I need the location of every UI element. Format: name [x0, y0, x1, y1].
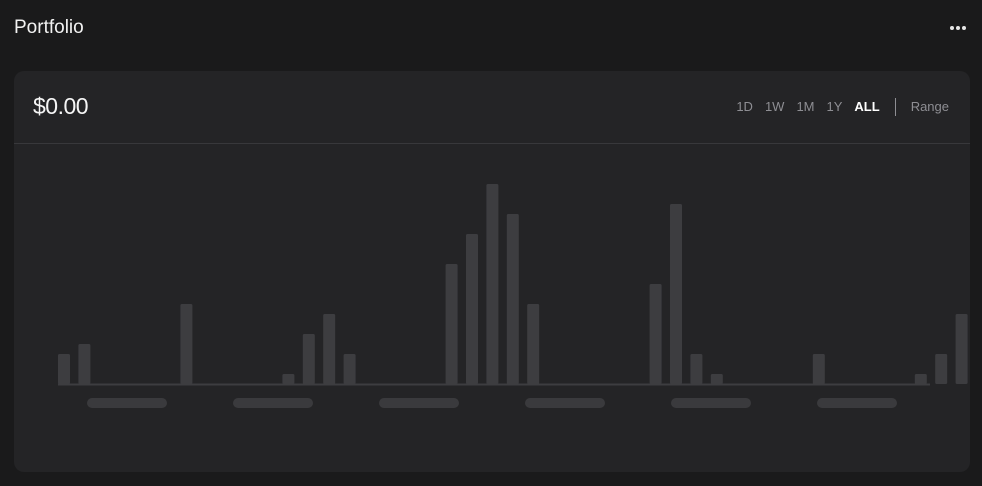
- range-tab-1d[interactable]: 1D: [736, 97, 753, 117]
- portfolio-card: $0.00 1D 1W 1M 1Y ALL Range: [14, 71, 970, 472]
- page-title: Portfolio: [14, 17, 84, 38]
- range-tab-1m[interactable]: 1M: [796, 97, 814, 117]
- x-axis-label-placeholder: [233, 398, 313, 408]
- chart-bar: [58, 354, 70, 384]
- custom-range-button[interactable]: Range: [911, 97, 949, 117]
- chart-bar: [445, 264, 458, 384]
- x-axis-label-placeholder: [87, 398, 167, 408]
- chart-bar: [323, 314, 336, 384]
- chart-bar: [690, 354, 703, 384]
- chart-bar: [812, 354, 825, 384]
- chart-bar: [466, 234, 478, 384]
- x-axis-label-placeholder: [817, 398, 897, 408]
- chart-bar: [710, 374, 723, 384]
- x-axis-label-placeholder: [525, 398, 605, 408]
- chart-bar: [649, 284, 662, 384]
- range-tab-1y[interactable]: 1Y: [827, 97, 843, 117]
- page-header: Portfolio: [0, 0, 982, 58]
- portfolio-chart: [58, 184, 968, 408]
- time-range-selector: 1D 1W 1M 1Y ALL Range: [736, 97, 949, 117]
- range-tab-1w[interactable]: 1W: [765, 97, 785, 117]
- chart-bar: [180, 304, 193, 384]
- more-horizontal-icon: [950, 26, 966, 30]
- chart-bar: [78, 344, 91, 384]
- chart-bar: [486, 184, 499, 384]
- range-divider: [894, 98, 896, 116]
- chart-bar: [955, 314, 968, 384]
- x-axis-label-placeholder: [379, 398, 459, 408]
- more-options-button[interactable]: [944, 18, 972, 38]
- chart-bar: [282, 374, 295, 384]
- chart-bar: [527, 304, 540, 384]
- x-axis-label-placeholder: [671, 398, 751, 408]
- chart-bar: [914, 374, 927, 384]
- chart-bar: [670, 204, 682, 384]
- chart-bar: [506, 214, 519, 384]
- chart-bar: [302, 334, 315, 384]
- portfolio-balance: $0.00: [33, 93, 89, 119]
- chart-bar: [343, 354, 356, 384]
- chart-bar: [935, 354, 948, 384]
- range-tab-all[interactable]: ALL: [854, 97, 879, 117]
